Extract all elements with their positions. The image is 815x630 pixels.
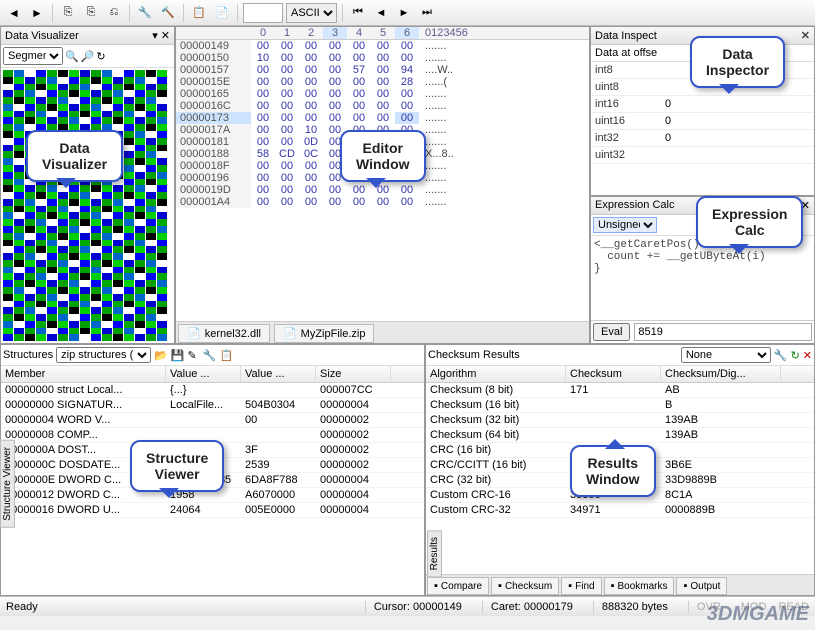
eval-button[interactable]: Eval [593,323,630,341]
file-tabs: 📄kernel32.dll📄MyZipFile.zip [176,321,589,343]
hex-header: 0123456 0123456 [176,27,589,40]
nav-fwd-button[interactable]: ► [27,3,47,23]
tool-btn-7[interactable]: 📄 [212,3,232,23]
result-tab[interactable]: ▪Bookmarks [604,577,675,595]
go-last-button[interactable]: ⏭ [417,3,437,23]
data-visualizer-title: Data Visualizer ▾ ✕ [1,27,174,45]
struct-copy-button[interactable]: 📋 [219,349,233,362]
expr-mode-select[interactable]: Unsigned [593,217,657,233]
encoding-select[interactable]: ASCII [286,3,337,23]
nav-back-button[interactable]: ◄ [4,3,24,23]
struct-save-button[interactable]: 💾 [171,349,185,362]
data-visualizer-label: Data Visualizer [5,30,79,42]
di-close-icon[interactable]: ✕ [801,29,810,42]
table-row[interactable]: 00000000 struct Local...{...}000007CC [1,383,424,398]
results-vtab[interactable]: Results [427,530,442,577]
callout-rw: Results Window [570,445,656,497]
status-bar: Ready Cursor: 00000149 Caret: 00000179 8… [0,596,815,616]
dv-canvas[interactable] [1,68,174,343]
callout-ed: Editor Window [340,130,426,182]
expr-title-label: Expression Calc [595,199,674,212]
di-title-label: Data Inspect [595,30,657,42]
dv-refresh-button[interactable]: ↻ [96,50,105,63]
watermark: 3DMGAME [707,603,809,626]
table-row[interactable]: 00000000 SIGNATUR...LocalFile...504B0304… [1,398,424,413]
status-size: 888320 bytes [593,601,676,613]
tool-btn-4[interactable]: 🔧 [135,3,155,23]
tool-btn-1[interactable]: ⎘ [58,3,78,23]
struct-title-label: Structures [3,349,53,361]
result-tab[interactable]: ▪Find [561,577,601,595]
status-ready: Ready [6,601,38,613]
result-tab[interactable]: ▪Output [676,577,727,595]
callout-sv: Structure Viewer [130,440,224,492]
table-row[interactable]: Checksum (8 bit)171AB [426,383,814,398]
table-row[interactable]: Checksum (16 bit)B [426,398,814,413]
struct-edit-button[interactable]: ✎ [188,349,197,362]
callout-ec: Expression Calc [696,196,803,248]
chk-delete-button[interactable]: ✕ [803,349,812,362]
table-row[interactable]: Custom CRC-32349710000889B [426,503,814,518]
struct-tool-button[interactable]: 🔧 [203,349,217,362]
toolbar-num-input[interactable] [243,3,283,23]
structure-viewer-vtab[interactable]: Structure Viewer [0,440,15,528]
result-tab[interactable]: ▪Checksum [491,577,559,595]
chk-tool-button[interactable]: 🔧 [774,349,788,362]
callout-dv: Data Visualizer [26,130,123,182]
eval-result-input[interactable] [634,323,812,341]
chk-toolbar: Checksum Results None 🔧 ↻ ✕ [426,345,814,366]
chk-refresh-button[interactable]: ↻ [791,349,800,362]
chk-tabs: ▪Compare▪Checksum▪Find▪Bookmarks▪Output [426,574,814,595]
table-row[interactable]: Checksum (32 bit)139AB [426,413,814,428]
main-toolbar: ◄ ► ⎘ ⎘ ⎌ 🔧 🔨 📋 📄 ASCII ⏮ ◄ ► ⏭ [0,0,815,26]
status-caret: Caret: 00000179 [482,601,581,613]
result-tab[interactable]: ▪Compare [427,577,489,595]
tool-btn-2[interactable]: ⎘ [81,3,101,23]
go-first-button[interactable]: ⏮ [348,3,368,23]
struct-toolbar: Structures zip structures ( 📂 💾 ✎ 🔧 📋 [1,345,424,366]
tool-btn-5[interactable]: 🔨 [158,3,178,23]
go-prev-button[interactable]: ◄ [371,3,391,23]
struct-open-button[interactable]: 📂 [154,349,168,362]
table-row[interactable]: 00000016 DWORD U...24064005E000000000004 [1,503,424,518]
go-next-button[interactable]: ► [394,3,414,23]
file-tab[interactable]: 📄MyZipFile.zip [274,324,375,343]
table-row[interactable]: 00000004 WORD V...0000000002 [1,413,424,428]
chk-title-label: Checksum Results [428,349,520,361]
status-cursor: Cursor: 00000149 [365,601,470,613]
dv-zoom-button[interactable]: 🔍 [65,50,79,63]
tool-btn-3[interactable]: ⎌ [104,3,124,23]
dv-mode-select[interactable]: Segmente [3,47,63,65]
chk-filter-select[interactable]: None [681,347,771,363]
callout-di: Data Inspector [690,36,785,88]
expr-body[interactable]: <__getCaretPos() count += __getUByteAt(i… [591,236,814,320]
struct-profile-select[interactable]: zip structures ( [56,347,151,363]
eval-row: Eval [591,320,814,343]
tool-btn-6[interactable]: 📋 [189,3,209,23]
hex-text-header: 0123456 [419,27,489,39]
dv-toolbar: Segmente 🔍 🔎 ↻ [1,45,174,68]
data-visualizer-panel: Data Visualizer ▾ ✕ Segmente 🔍 🔎 ↻ [0,26,175,344]
dv-zoom2-button[interactable]: 🔎 [81,50,95,63]
panel-controls: ▾ ✕ [152,29,170,42]
file-tab[interactable]: 📄kernel32.dll [178,324,270,343]
